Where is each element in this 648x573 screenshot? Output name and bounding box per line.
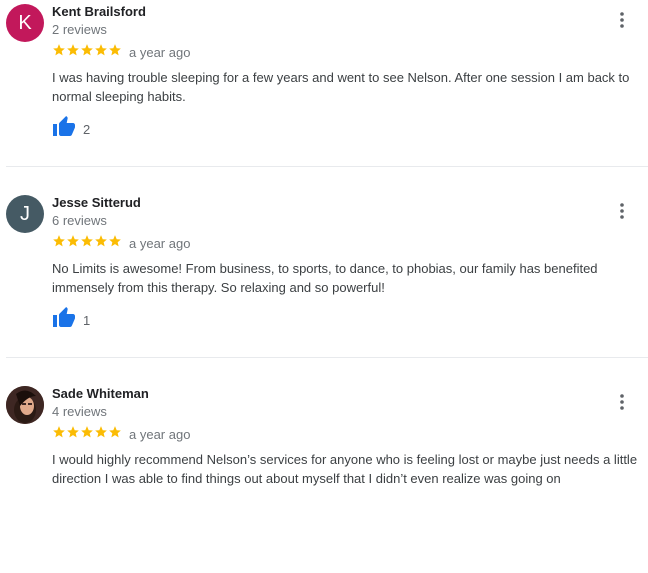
star-rating: [52, 43, 122, 59]
star-icon: [95, 426, 107, 438]
more-options-icon[interactable]: [610, 390, 634, 414]
star-icon: [53, 44, 65, 56]
reviewer-review-count: 4 reviews: [52, 404, 107, 419]
like-count: 1: [83, 313, 91, 328]
star-rating: [52, 234, 122, 250]
star-icon: [67, 426, 79, 438]
star-icon: [109, 235, 121, 247]
star-icon: [95, 235, 107, 247]
divider: [6, 357, 648, 358]
star-icon: [95, 44, 107, 56]
profile-photo-icon: [6, 386, 44, 424]
star-icon: [81, 44, 93, 56]
star-icon: [109, 44, 121, 56]
review-card: Sade Whiteman 4 reviews a year ago I wou…: [0, 382, 648, 573]
star-icon: [53, 235, 65, 247]
avatar[interactable]: J: [6, 195, 44, 233]
avatar-photo[interactable]: [6, 386, 44, 424]
like-button[interactable]: 2: [52, 115, 90, 144]
review-text: No Limits is awesome! From business, to …: [52, 261, 598, 295]
star-icon: [109, 426, 121, 438]
like-count: 2: [83, 122, 91, 137]
reviewer-review-count: 6 reviews: [52, 213, 107, 228]
star-icon: [67, 44, 79, 56]
star-icon: [67, 235, 79, 247]
more-options-icon[interactable]: [610, 199, 634, 223]
review-age: a year ago: [129, 45, 191, 60]
more-options-icon[interactable]: [610, 8, 634, 32]
reviewer-name[interactable]: Kent Brailsford: [52, 4, 146, 19]
star-icon: [53, 426, 65, 438]
star-rating: [52, 425, 122, 441]
thumbs-up-icon: [52, 306, 76, 335]
avatar[interactable]: K: [6, 4, 44, 42]
reviewer-name[interactable]: Sade Whiteman: [52, 386, 149, 401]
reviewer-name[interactable]: Jesse Sitterud: [52, 195, 141, 210]
review-age: a year ago: [129, 236, 191, 251]
reviewer-review-count: 2 reviews: [52, 22, 107, 37]
review-card: K Kent Brailsford 2 reviews a year ago I…: [0, 0, 648, 191]
review-text: I would highly recommend Nelson’s servic…: [52, 452, 638, 486]
review-age: a year ago: [129, 427, 191, 442]
review-card: J Jesse Sitterud 6 reviews a year ago No…: [0, 191, 648, 382]
like-button[interactable]: 1: [52, 306, 90, 335]
review-text: I was having trouble sleeping for a few …: [52, 70, 630, 104]
star-icon: [81, 426, 93, 438]
star-icon: [81, 235, 93, 247]
divider: [6, 166, 648, 167]
thumbs-up-icon: [52, 115, 76, 144]
